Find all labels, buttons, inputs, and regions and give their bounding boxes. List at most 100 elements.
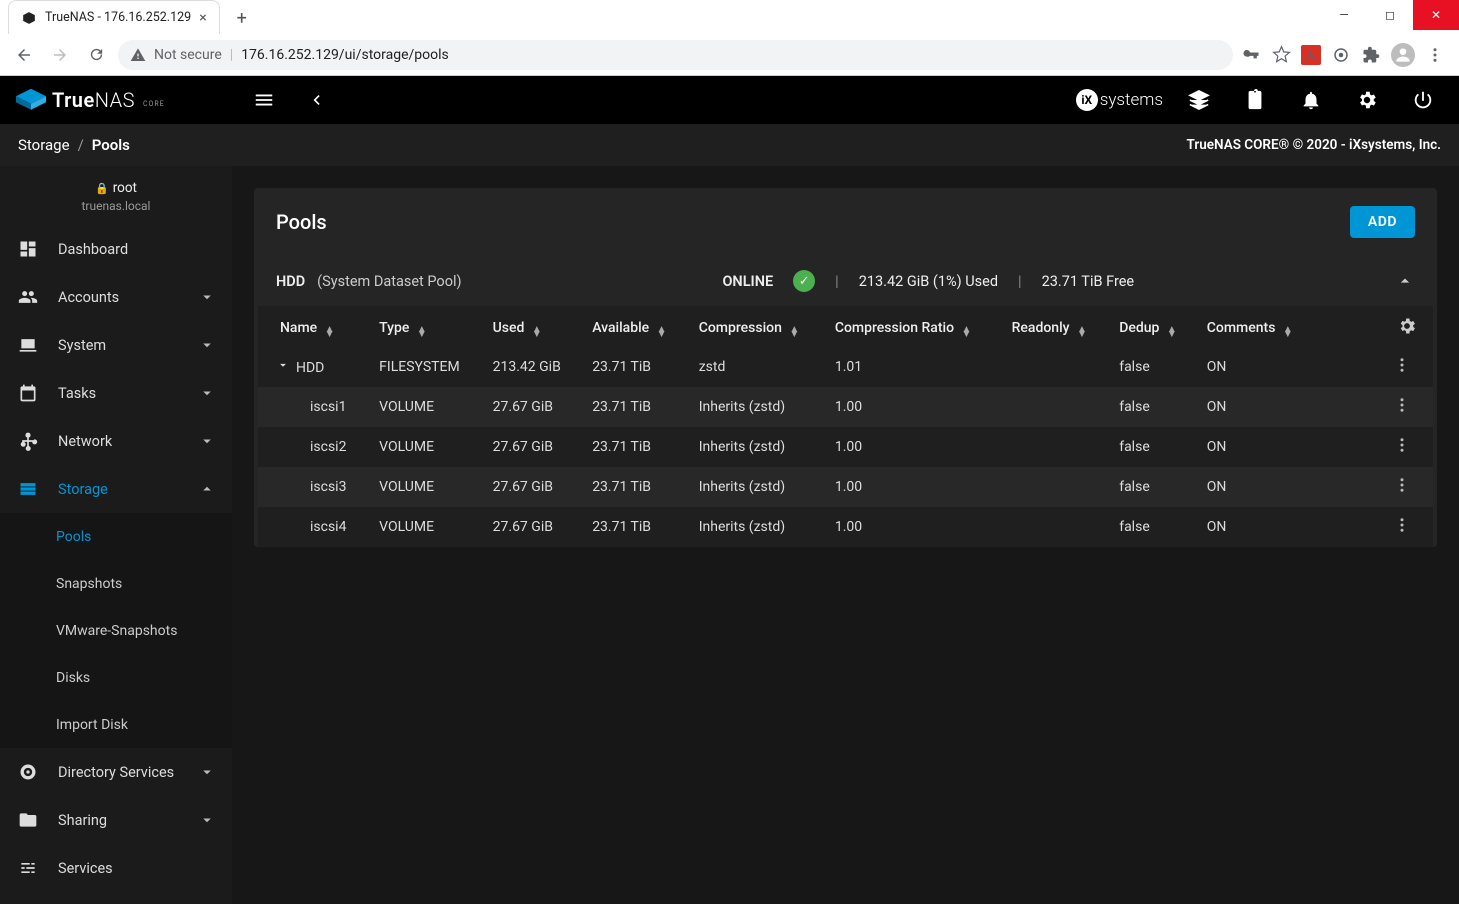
- table-cell: 1.00: [825, 387, 1002, 427]
- sort-icon[interactable]: ▲▼: [1167, 327, 1177, 337]
- table-row[interactable]: iscsi4VOLUME27.67 GiB23.71 TiBInherits (…: [258, 507, 1433, 547]
- table-row[interactable]: iscsi2VOLUME27.67 GiB23.71 TiBInherits (…: [258, 427, 1433, 467]
- pool-status-text: ONLINE: [722, 273, 773, 290]
- table-cell: false: [1109, 467, 1197, 507]
- nav-forward-button[interactable]: [46, 41, 74, 69]
- star-icon[interactable]: [1271, 45, 1291, 65]
- pool-collapse-button[interactable]: [1395, 271, 1415, 291]
- status-check-icon: ✓: [793, 270, 815, 292]
- sort-icon[interactable]: ▲▼: [325, 327, 335, 337]
- sort-icon[interactable]: ▲▼: [657, 327, 667, 337]
- pdf-extension-icon[interactable]: 人: [1301, 45, 1321, 65]
- table-settings-gear-icon[interactable]: [1397, 316, 1417, 336]
- sidebar-item-storage[interactable]: Storage: [0, 465, 232, 513]
- column-header-dedup[interactable]: Dedup ▲▼: [1109, 306, 1197, 347]
- row-actions-button[interactable]: [1376, 507, 1433, 547]
- power-icon[interactable]: [1403, 80, 1443, 120]
- nav-collapse-button[interactable]: [298, 82, 334, 118]
- brand-logo[interactable]: TrueNAS CORE: [16, 88, 230, 112]
- main-content: Pools ADD HDD (System Dataset Pool) ONLI…: [232, 166, 1459, 904]
- notifications-bell-icon[interactable]: [1291, 80, 1331, 120]
- extensions-puzzle-icon[interactable]: [1361, 45, 1381, 65]
- tab-close-icon[interactable]: ×: [199, 10, 206, 26]
- column-header-available[interactable]: Available ▲▼: [582, 306, 689, 347]
- table-cell: [1002, 427, 1110, 467]
- settings-gear-icon[interactable]: [1347, 80, 1387, 120]
- row-actions-button[interactable]: [1376, 387, 1433, 427]
- table-cell: 23.71 TiB: [582, 347, 689, 387]
- sidebar-item-label: Dashboard: [58, 241, 216, 258]
- chevron-down-icon: [198, 288, 216, 306]
- table-row[interactable]: iscsi1VOLUME27.67 GiB23.71 TiBInherits (…: [258, 387, 1433, 427]
- hamburger-menu-button[interactable]: [246, 82, 282, 118]
- sidebar-item-services[interactable]: Services: [0, 844, 232, 892]
- sidebar-item-label: Tasks: [58, 385, 198, 402]
- sidebar-subitem-vmware-snapshots[interactable]: VMware-Snapshots: [0, 607, 232, 654]
- key-icon[interactable]: [1241, 45, 1261, 65]
- circle-extension-icon[interactable]: [1331, 45, 1351, 65]
- truecommand-icon[interactable]: [1179, 80, 1219, 120]
- breadcrumb-bar: Storage / Pools TrueNAS CORE® © 2020 - i…: [0, 124, 1459, 166]
- ix-text: systems: [1100, 90, 1163, 110]
- sidebar-item-network[interactable]: Network: [0, 417, 232, 465]
- sidebar-item-label: Sharing: [58, 812, 198, 829]
- profile-avatar-icon[interactable]: [1391, 43, 1415, 67]
- new-tab-button[interactable]: +: [228, 4, 256, 32]
- directory-icon: [16, 762, 40, 782]
- dashboard-icon: [16, 239, 40, 259]
- sidebar-subitem-import-disk[interactable]: Import Disk: [0, 701, 232, 748]
- row-actions-button[interactable]: [1376, 347, 1433, 387]
- window-close-button[interactable]: ✕: [1413, 0, 1459, 30]
- table-row[interactable]: HDDFILESYSTEM213.42 GiB23.71 TiBzstd1.01…: [258, 347, 1433, 387]
- column-header-type[interactable]: Type ▲▼: [369, 306, 482, 347]
- sort-icon[interactable]: ▲▼: [532, 327, 542, 337]
- sidebar-item-sharing[interactable]: Sharing: [0, 796, 232, 844]
- table-cell: [1316, 427, 1376, 467]
- sharing-icon: [16, 810, 40, 830]
- sidebar-subitem-snapshots[interactable]: Snapshots: [0, 560, 232, 607]
- sidebar-subitem-pools[interactable]: Pools: [0, 513, 232, 560]
- table-cell: 27.67 GiB: [483, 387, 583, 427]
- sidebar-item-dashboard[interactable]: Dashboard: [0, 225, 232, 273]
- ixsystems-logo[interactable]: iX systems: [1076, 89, 1163, 111]
- table-cell: [1002, 387, 1110, 427]
- browser-titlebar: TrueNAS - 176.16.252.129 × + — ◻ ✕: [0, 0, 1459, 34]
- sidebar-item-tasks[interactable]: Tasks: [0, 369, 232, 417]
- insecure-label: Not secure: [154, 47, 222, 63]
- table-row[interactable]: iscsi3VOLUME27.67 GiB23.71 TiBInherits (…: [258, 467, 1433, 507]
- add-pool-button[interactable]: ADD: [1350, 206, 1415, 238]
- sort-icon[interactable]: ▲▼: [789, 327, 799, 337]
- sidebar-subitem-disks[interactable]: Disks: [0, 654, 232, 701]
- address-bar[interactable]: Not secure | 176.16.252.129/ui/storage/p…: [118, 40, 1233, 70]
- column-header-used[interactable]: Used ▲▼: [483, 306, 583, 347]
- chevron-down-icon[interactable]: [276, 360, 290, 376]
- nav-back-button[interactable]: [10, 41, 38, 69]
- sort-icon[interactable]: ▲▼: [1077, 327, 1087, 337]
- nav-reload-button[interactable]: [82, 41, 110, 69]
- table-cell: 27.67 GiB: [483, 507, 583, 547]
- sidebar-item-system[interactable]: System: [0, 321, 232, 369]
- sort-icon[interactable]: ▲▼: [962, 327, 972, 337]
- kebab-menu-icon[interactable]: [1425, 45, 1445, 65]
- column-header-name[interactable]: Name ▲▼: [258, 306, 369, 347]
- sort-icon[interactable]: ▲▼: [417, 327, 427, 337]
- storage-icon: [16, 479, 40, 499]
- window-maximize-button[interactable]: ◻: [1367, 0, 1413, 30]
- sidebar-item-directory-services[interactable]: Directory Services: [0, 748, 232, 796]
- browser-tab[interactable]: TrueNAS - 176.16.252.129 ×: [8, 0, 220, 34]
- column-header-comments[interactable]: Comments ▲▼: [1197, 306, 1317, 347]
- sort-icon[interactable]: ▲▼: [1283, 327, 1293, 337]
- column-header-compression-ratio[interactable]: Compression Ratio ▲▼: [825, 306, 1002, 347]
- clipboard-icon[interactable]: [1235, 80, 1275, 120]
- column-header-readonly[interactable]: Readonly ▲▼: [1002, 306, 1110, 347]
- logo-text: TrueNAS: [52, 88, 135, 112]
- table-cell: 1.01: [825, 347, 1002, 387]
- column-header-compression[interactable]: Compression ▲▼: [689, 306, 825, 347]
- table-cell: [1316, 347, 1376, 387]
- row-actions-button[interactable]: [1376, 467, 1433, 507]
- table-cell: 27.67 GiB: [483, 427, 583, 467]
- breadcrumb-section[interactable]: Storage: [18, 136, 70, 154]
- row-actions-button[interactable]: [1376, 427, 1433, 467]
- window-minimize-button[interactable]: —: [1321, 0, 1367, 30]
- sidebar-item-accounts[interactable]: Accounts: [0, 273, 232, 321]
